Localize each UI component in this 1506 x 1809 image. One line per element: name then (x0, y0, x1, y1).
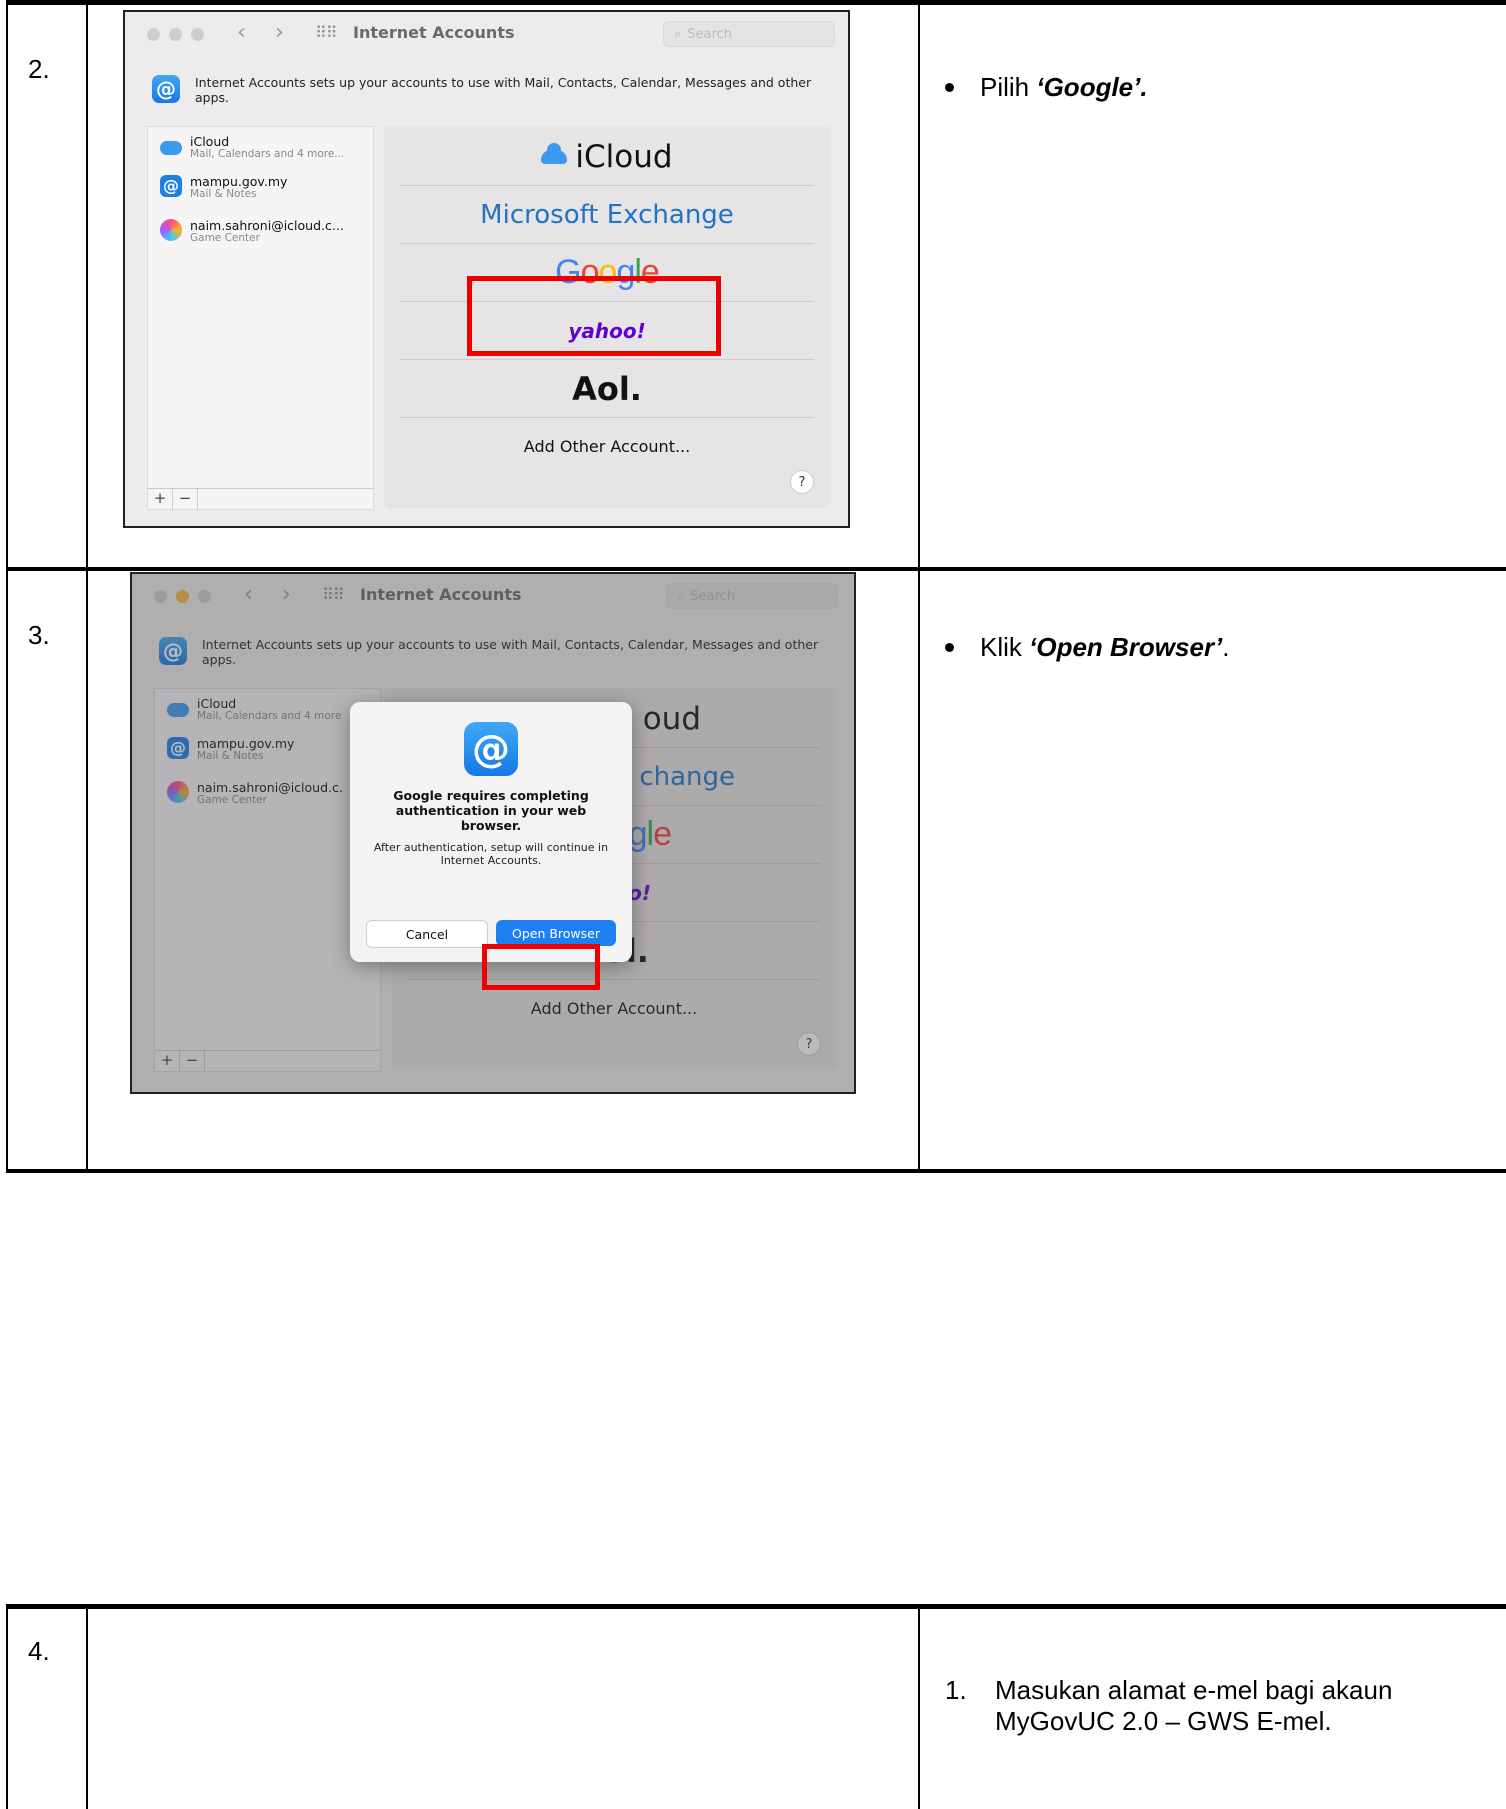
title-bar: ‹ › ⠿⠿ Internet Accounts ⌕ Search (125, 12, 848, 56)
step-instruction: Pilih ‘Google’. (945, 72, 1148, 103)
row-divider (6, 567, 1506, 571)
account-item-icloud[interactable]: iCloud Mail, Calendars and 4 more... (160, 135, 344, 160)
accounts-sidebar: iCloud Mail, Calendars and 4 more... @ ma… (147, 126, 374, 510)
column-divider (918, 5, 920, 1169)
forward-icon[interactable]: › (275, 20, 284, 45)
column-divider (918, 1609, 920, 1809)
provider-aol[interactable]: Aol. (400, 360, 814, 418)
step-number: 4. (28, 1636, 50, 1666)
window-controls[interactable] (147, 28, 204, 41)
column-divider (86, 5, 88, 1169)
bullet-dot (945, 643, 954, 652)
add-account-button[interactable]: + (148, 489, 173, 509)
instruction-text: Masukan alamat e-mel bagi akaun MyGovUC … (995, 1675, 1393, 1736)
provider-icloud[interactable]: iCloud (400, 128, 814, 186)
column-divider (6, 1609, 8, 1809)
back-icon[interactable]: ‹ (237, 20, 246, 45)
info-text: Internet Accounts sets up your accounts … (195, 75, 812, 105)
instruction-text: Pilih ‘Google’. (980, 72, 1148, 102)
auth-dialog: @ Google requires completing authenticat… (350, 702, 632, 962)
info-banner: @ Internet Accounts sets up your account… (152, 75, 815, 105)
step-instruction: 1. Masukan alamat e-mel bagi akaun MyGov… (945, 1675, 1495, 1737)
instruction-text: Klik ‘Open Browser’. (980, 632, 1230, 662)
icloud-icon (160, 141, 182, 155)
sidebar-controls: + − (148, 488, 373, 509)
game-center-icon (160, 219, 182, 241)
highlight-box (482, 944, 600, 990)
icloud-icon (541, 142, 568, 164)
dialog-title: Google requires completing authenticatio… (393, 788, 589, 833)
internet-accounts-window: ‹ › ⠿⠿ Internet Accounts ⌕ Search @ Inter… (123, 10, 850, 528)
provider-other[interactable]: Add Other Account... (400, 418, 814, 475)
column-divider (86, 1609, 88, 1809)
at-icon: @ (160, 175, 182, 197)
window-title: Internet Accounts (353, 23, 515, 42)
highlight-box (467, 276, 721, 356)
bullet-dot (945, 83, 954, 92)
search-icon: ⌕ (674, 26, 682, 42)
dialog-message: After authentication, setup will continu… (373, 841, 609, 867)
grid-icon[interactable]: ⠿⠿ (315, 23, 337, 42)
step-number: 3. (28, 620, 50, 650)
cancel-button[interactable]: Cancel (366, 920, 488, 948)
search-input[interactable]: ⌕ Search (663, 21, 835, 47)
open-browser-button[interactable]: Open Browser (496, 920, 616, 946)
remove-account-button[interactable]: − (173, 489, 198, 509)
step-number: 2. (28, 54, 50, 84)
account-item-mampu[interactable]: @ mampu.gov.my Mail & Notes (160, 175, 287, 200)
list-number: 1. (945, 1675, 967, 1705)
internet-accounts-icon: @ (464, 722, 518, 776)
provider-microsoft-exchange[interactable]: Microsoft Exchange (400, 186, 814, 244)
help-button[interactable]: ? (790, 470, 814, 494)
at-icon: @ (152, 75, 180, 103)
column-divider (6, 5, 8, 1169)
internet-accounts-window-dialog: ‹ › ⠿⠿ Internet Accounts ⌕ Search @ Inter… (130, 572, 856, 1094)
step-instruction: Klik ‘Open Browser’. (945, 632, 1229, 663)
account-item-game-center[interactable]: naim.sahroni@icloud.c... Game Center (160, 219, 344, 244)
